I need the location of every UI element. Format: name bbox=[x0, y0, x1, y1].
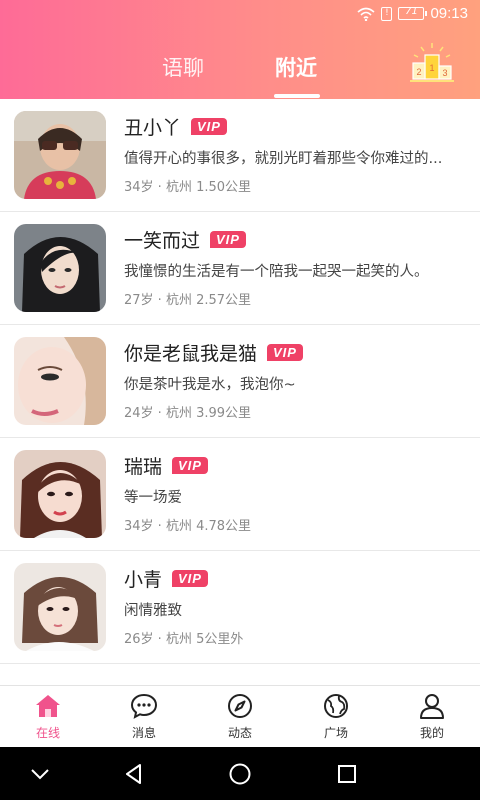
rank-digit-1: 1 bbox=[429, 63, 434, 73]
user-signature: 你是茶叶我是水，我泡你~ bbox=[124, 377, 296, 393]
status-time: 09:13 bbox=[430, 5, 468, 22]
vip-badge: VIP bbox=[267, 344, 303, 361]
battery-icon: 71 bbox=[398, 6, 428, 20]
vip-badge: VIP bbox=[172, 570, 208, 587]
back-icon[interactable] bbox=[121, 761, 147, 787]
rank-digit-3: 3 bbox=[442, 68, 447, 78]
system-nav-bar bbox=[0, 747, 480, 800]
recents-icon[interactable] bbox=[334, 761, 360, 787]
user-name: 小青 bbox=[124, 569, 163, 591]
user-meta: 27岁 · 杭州 2.57公里 bbox=[124, 293, 252, 308]
chevron-down-icon[interactable] bbox=[27, 761, 53, 787]
battery-level: 71 bbox=[405, 6, 418, 17]
avatar[interactable] bbox=[14, 111, 106, 199]
user-row[interactable]: 一笑而过 VIP 我憧憬的生活是有一个陪我一起哭一起笑的人。 27岁 · 杭州 … bbox=[0, 212, 480, 325]
nav-label: 在线 bbox=[35, 726, 60, 740]
user-row[interactable]: 瑞瑞 VIP 等一场爱 34岁 · 杭州 4.78公里 bbox=[0, 438, 480, 551]
nav-label: 我的 bbox=[419, 726, 444, 740]
user-name: 丑小丫 bbox=[124, 117, 182, 139]
nav-messages[interactable]: 消息 bbox=[96, 686, 192, 747]
user-name: 瑞瑞 bbox=[124, 456, 163, 478]
nav-label: 消息 bbox=[131, 726, 156, 740]
home-icon bbox=[36, 695, 60, 717]
user-meta: 26岁 · 杭州 5公里外 bbox=[124, 632, 244, 647]
vip-badge: VIP bbox=[210, 231, 246, 248]
globe-icon bbox=[324, 694, 348, 718]
user-row[interactable]: 你是老鼠我是猫 VIP 你是茶叶我是水，我泡你~ 24岁 · 杭州 3.99公里 bbox=[0, 325, 480, 438]
vip-badge: VIP bbox=[172, 457, 208, 474]
vip-badge: VIP bbox=[191, 118, 227, 135]
tab-nearby[interactable]: 附近 bbox=[275, 52, 317, 82]
bottom-nav: 在线 消息 动态 广场 我的 bbox=[0, 685, 480, 747]
user-signature: 等一场爱 bbox=[124, 490, 182, 506]
nav-online[interactable]: 在线 bbox=[0, 686, 96, 747]
user-name: 一笑而过 bbox=[124, 230, 201, 252]
wifi-icon bbox=[357, 7, 375, 21]
user-name: 你是老鼠我是猫 bbox=[124, 343, 258, 365]
nearby-user-list[interactable]: 丑小丫 VIP 值得开心的事很多，就别光盯着那些令你难过的... 34岁 · 杭… bbox=[0, 99, 480, 685]
user-row[interactable]: 小青 VIP 闲情雅致 26岁 · 杭州 5公里外 bbox=[0, 551, 480, 664]
message-icon bbox=[130, 693, 158, 719]
home-button-icon[interactable] bbox=[227, 761, 253, 787]
avatar[interactable] bbox=[14, 563, 106, 651]
status-bar: ! 71 09:13 bbox=[0, 0, 480, 30]
user-signature: 值得开心的事很多，就别光盯着那些令你难过的... bbox=[124, 151, 443, 167]
user-meta: 34岁 · 杭州 4.78公里 bbox=[124, 519, 252, 534]
nav-label: 广场 bbox=[323, 726, 348, 740]
app-header: ! 71 09:13 语聊 附近 2 1 3 bbox=[0, 0, 480, 99]
user-meta: 24岁 · 杭州 3.99公里 bbox=[124, 406, 252, 421]
nav-square[interactable]: 广场 bbox=[288, 686, 384, 747]
user-icon bbox=[420, 694, 444, 719]
rank-digit-2: 2 bbox=[416, 67, 421, 77]
tab-voice-chat[interactable]: 语聊 bbox=[162, 52, 204, 82]
user-row[interactable]: 丑小丫 VIP 值得开心的事很多，就别光盯着那些令你难过的... 34岁 · 杭… bbox=[0, 99, 480, 212]
avatar[interactable] bbox=[14, 224, 106, 312]
nav-moments[interactable]: 动态 bbox=[192, 686, 288, 747]
leaderboard-icon[interactable]: 2 1 3 bbox=[408, 41, 456, 87]
compass-icon bbox=[228, 694, 252, 718]
avatar[interactable] bbox=[14, 337, 106, 425]
user-signature: 闲情雅致 bbox=[124, 603, 182, 619]
nav-profile[interactable]: 我的 bbox=[384, 686, 480, 747]
sim-alert-icon: ! bbox=[381, 6, 393, 21]
avatar[interactable] bbox=[14, 450, 106, 538]
nav-label: 动态 bbox=[227, 726, 252, 740]
user-signature: 我憧憬的生活是有一个陪我一起哭一起笑的人。 bbox=[124, 264, 429, 280]
user-meta: 34岁 · 杭州 1.50公里 bbox=[124, 180, 252, 195]
active-tab-indicator bbox=[274, 94, 320, 98]
